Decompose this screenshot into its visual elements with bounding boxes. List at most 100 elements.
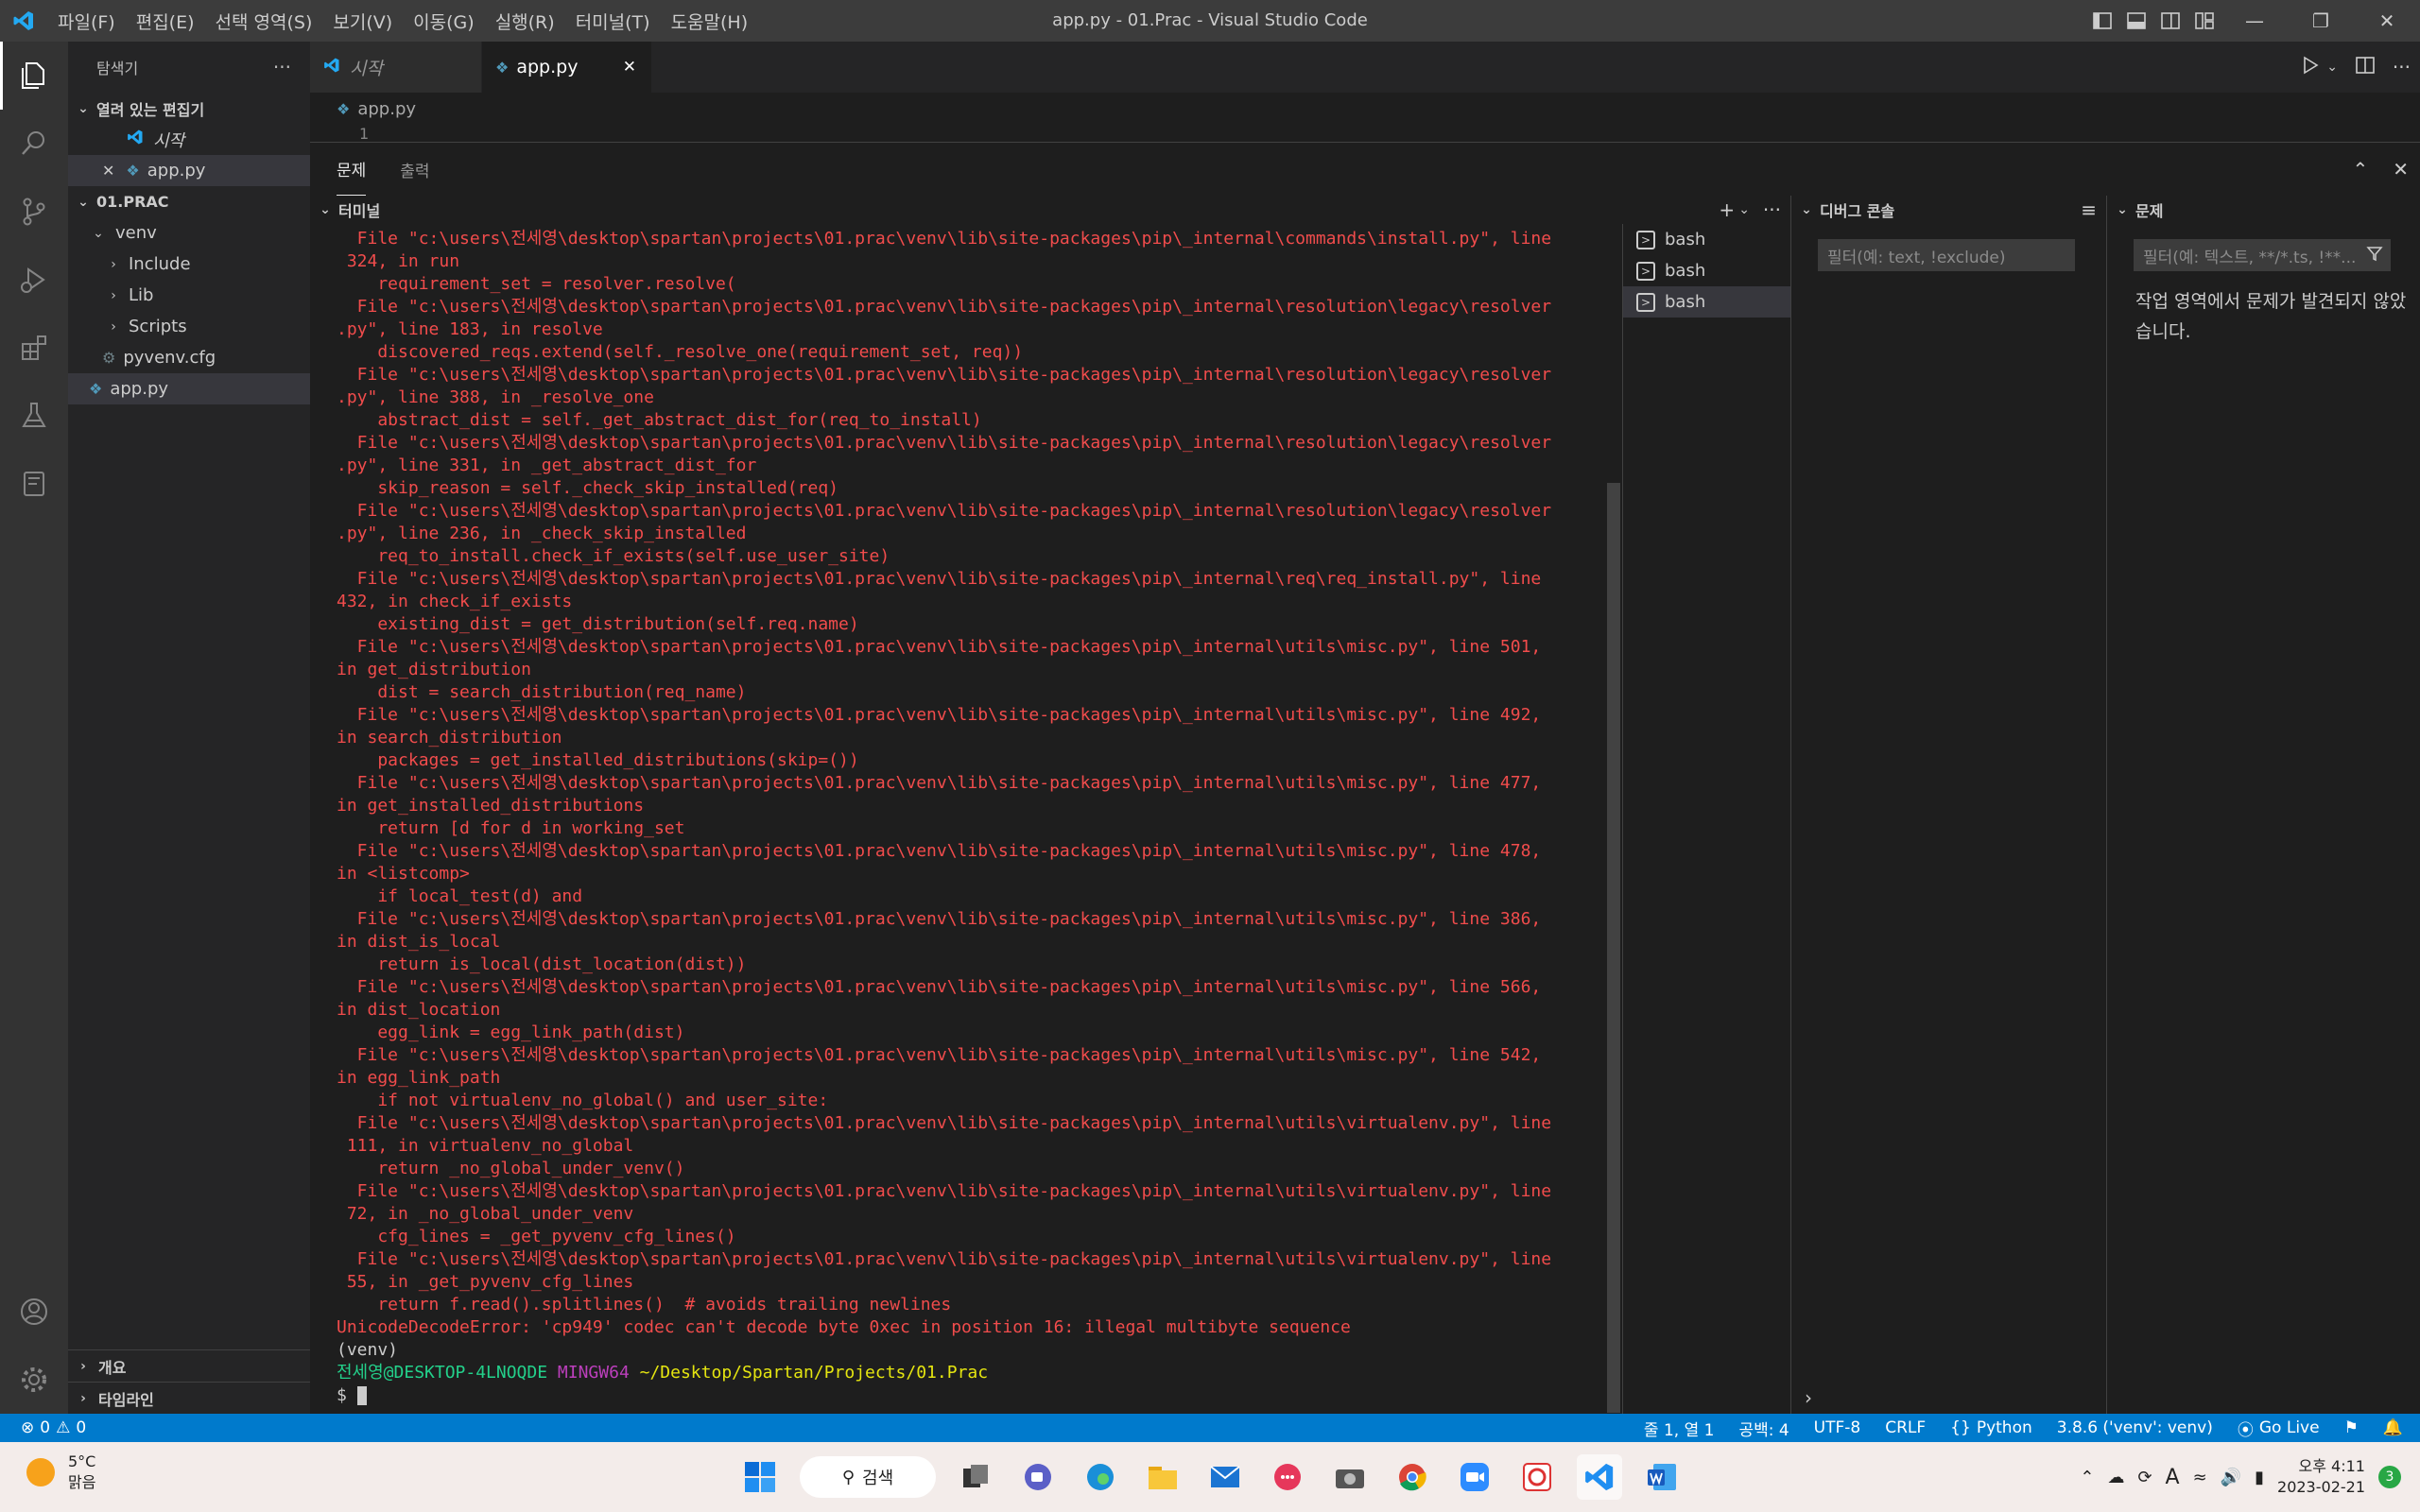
tab-problems[interactable]: 문제: [337, 143, 367, 196]
notification-badge[interactable]: 3: [2378, 1466, 2401, 1488]
open-editor-item-start[interactable]: 시작: [68, 124, 310, 155]
camera-icon[interactable]: [1327, 1454, 1373, 1500]
menu-selection[interactable]: 선택 영역(S): [205, 9, 323, 34]
chevron-up-icon[interactable]: ⌃: [2080, 1468, 2094, 1487]
debug-filter-input[interactable]: 필터(예: text, !exclude): [1818, 239, 2075, 271]
problems-status[interactable]: ⊗ 0 ⚠ 0: [0, 1418, 98, 1437]
toggle-primary-sidebar-icon[interactable]: [2085, 0, 2119, 42]
outline-section[interactable]: › 개요: [68, 1349, 310, 1382]
open-editors-section[interactable]: ⌄ 열려 있는 편집기: [68, 93, 310, 124]
close-icon[interactable]: ✕: [623, 58, 636, 77]
messenger-icon[interactable]: [1265, 1454, 1310, 1500]
breadcrumb[interactable]: ❖ app.py: [310, 93, 2420, 125]
terminal-item[interactable]: > bash: [1623, 286, 1790, 318]
volume-icon[interactable]: 🔊: [2221, 1468, 2241, 1487]
filter-icon[interactable]: [2366, 245, 2383, 266]
problems-filter-input[interactable]: 필터(예: 텍스트, **/*.ts, !**...: [2134, 239, 2391, 271]
terminal-scrollbar[interactable]: [1607, 483, 1620, 1413]
battery-icon[interactable]: ▮: [2255, 1468, 2264, 1487]
onedrive-icon[interactable]: ☁: [2107, 1468, 2124, 1487]
problems-header[interactable]: ⌄ 문제: [2107, 196, 2420, 224]
sync-app-icon[interactable]: [1514, 1454, 1560, 1500]
split-editor-icon[interactable]: [2355, 55, 2376, 80]
chevron-right-icon[interactable]: ›: [1805, 1386, 1812, 1409]
terminal-item[interactable]: > bash: [1623, 224, 1790, 255]
outline-header[interactable]: › 개요: [68, 1350, 310, 1382]
folder-section[interactable]: ⌄ 01.PRAC: [68, 186, 310, 217]
ime-indicator[interactable]: A: [2166, 1466, 2180, 1489]
vscode-taskbar-icon[interactable]: [1577, 1454, 1622, 1500]
close-panel-icon[interactable]: ✕: [2393, 158, 2409, 180]
start-windows-icon[interactable]: [737, 1454, 783, 1500]
clear-console-icon[interactable]: ≡: [2081, 198, 2097, 221]
tab-start[interactable]: 시작: [310, 42, 482, 93]
encoding[interactable]: UTF-8: [1802, 1418, 1874, 1437]
wifi-icon[interactable]: ≈: [2193, 1468, 2207, 1487]
chevron-down-icon[interactable]: ⌄: [1738, 202, 1750, 217]
extensions-icon[interactable]: [0, 314, 68, 382]
taskbar-search[interactable]: ⚲ 검색: [800, 1456, 936, 1498]
mail-icon[interactable]: [1202, 1454, 1248, 1500]
chevron-down-icon[interactable]: ⌄: [2326, 60, 2338, 75]
testing-icon[interactable]: [0, 382, 68, 450]
run-python-file-icon[interactable]: [2300, 55, 2321, 80]
menu-view[interactable]: 보기(V): [322, 9, 403, 34]
timeline-section[interactable]: › 타임라인: [68, 1382, 310, 1414]
explorer-icon[interactable]: [0, 42, 68, 110]
weather-widget[interactable]: 5°C 맑음: [26, 1452, 95, 1493]
source-control-icon[interactable]: [0, 178, 68, 246]
menu-terminal[interactable]: 터미널(T): [565, 9, 661, 34]
timeline-header[interactable]: › 타임라인: [68, 1383, 310, 1414]
chrome-browser-icon[interactable]: [1390, 1454, 1435, 1500]
word-icon[interactable]: [1639, 1454, 1685, 1500]
terminal-header[interactable]: ⌄ 터미널 + ⌄ ···: [310, 196, 1790, 224]
end-of-line[interactable]: CRLF: [1873, 1418, 1938, 1437]
language-mode[interactable]: {} Python: [1938, 1418, 2045, 1437]
search-icon[interactable]: [0, 110, 68, 178]
zoom-icon[interactable]: [1452, 1454, 1497, 1500]
python-interpreter[interactable]: 3.8.6 ('venv': venv): [2045, 1418, 2225, 1437]
terminal-input-line[interactable]: $: [337, 1384, 1641, 1407]
terminal-output[interactable]: File "c:\users\전세영\desktop\spartan\proje…: [337, 228, 1641, 1409]
toggle-panel-icon[interactable]: [2119, 0, 2153, 42]
menu-run[interactable]: 실행(R): [485, 9, 565, 34]
feedback-icon[interactable]: ⚑: [2332, 1418, 2371, 1437]
menu-help[interactable]: 도움말(H): [661, 9, 759, 34]
more-actions-icon[interactable]: ···: [2393, 56, 2411, 78]
breadcrumb-item[interactable]: app.py: [357, 99, 416, 119]
tree-item-app-py[interactable]: ❖ app.py: [68, 373, 310, 404]
maximize-panel-icon[interactable]: ⌃: [2352, 158, 2368, 180]
tree-item-include[interactable]: › Include: [68, 249, 310, 280]
tree-item-scripts[interactable]: › Scripts: [68, 311, 310, 342]
debug-console-header[interactable]: ⌄ 디버그 콘솔 ≡: [1791, 196, 2106, 224]
remote-explorer-icon[interactable]: [0, 450, 68, 518]
close-window-icon[interactable]: ✕: [2354, 0, 2420, 42]
file-explorer-icon[interactable]: [1140, 1454, 1185, 1500]
cursor-position[interactable]: 줄 1, 열 1: [1632, 1417, 1727, 1440]
tree-item-lib[interactable]: › Lib: [68, 280, 310, 311]
menu-go[interactable]: 이동(G): [403, 9, 485, 34]
task-view-icon[interactable]: [953, 1454, 998, 1500]
customize-layout-icon[interactable]: [2187, 0, 2221, 42]
toggle-secondary-sidebar-icon[interactable]: [2153, 0, 2187, 42]
teams-chat-icon[interactable]: [1015, 1454, 1061, 1500]
menu-file[interactable]: 파일(F): [47, 9, 126, 34]
run-debug-icon[interactable]: [0, 246, 68, 314]
more-actions-icon[interactable]: ···: [273, 56, 291, 78]
tab-app-py[interactable]: ❖ app.py ✕: [482, 42, 652, 93]
menu-edit[interactable]: 편집(E): [126, 9, 205, 34]
manage-gear-icon[interactable]: [0, 1346, 68, 1414]
clock[interactable]: 오후 4:11 2023-02-21: [2277, 1456, 2365, 1498]
go-live-button[interactable]: ⦿ Go Live: [2225, 1417, 2332, 1440]
tab-output[interactable]: 출력: [400, 143, 429, 196]
indentation[interactable]: 공백: 4: [1726, 1417, 1801, 1440]
new-terminal-icon[interactable]: +: [1719, 198, 1735, 221]
edge-browser-icon[interactable]: [1078, 1454, 1123, 1500]
sync-icon[interactable]: ⟳: [2137, 1468, 2152, 1487]
tree-item-venv[interactable]: ⌄ venv: [68, 217, 310, 249]
restore-icon[interactable]: ❐: [2288, 0, 2354, 42]
more-actions-icon[interactable]: ···: [1763, 198, 1781, 221]
minimize-icon[interactable]: —: [2221, 0, 2288, 42]
tree-item-pyvenv-cfg[interactable]: ⚙ pyvenv.cfg: [68, 342, 310, 373]
accounts-icon[interactable]: [0, 1278, 68, 1346]
